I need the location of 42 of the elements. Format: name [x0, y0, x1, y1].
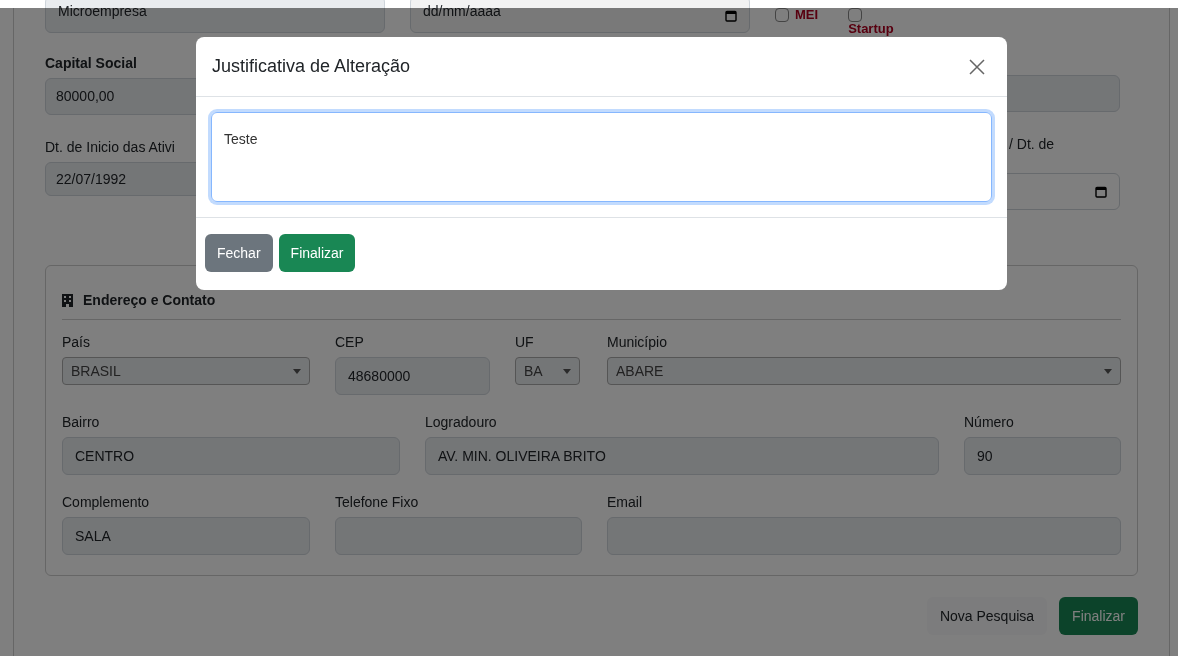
building-icon [62, 294, 73, 307]
select-field[interactable]: BRASIL [62, 357, 310, 385]
field-label: Capital Social [45, 54, 137, 73]
field-label: Bairro [62, 413, 101, 432]
field-label: País [62, 333, 91, 352]
modal-title: Justificativa de Alteração [212, 55, 411, 78]
caret-icon [563, 368, 571, 374]
checkbox-label: MEI [795, 8, 819, 24]
input-field[interactable] [607, 517, 1121, 555]
field-label: Dt. de Inicio das Ativi [45, 138, 175, 157]
calendar-icon[interactable] [1095, 185, 1107, 198]
action-button[interactable]: Finalizar [278, 234, 356, 272]
action-button[interactable]: Finalizar [1059, 597, 1138, 635]
input-field[interactable]: CENTRO [62, 437, 400, 475]
date-field[interactable]: dd/mm/aaaa [410, 0, 750, 33]
field-label: / Dt. de [1009, 135, 1055, 154]
close-icon[interactable] [969, 58, 985, 75]
checkbox-label: Startup [848, 22, 894, 35]
field-label: Telefone Fixo [335, 493, 420, 512]
field-label: Complemento [62, 493, 151, 512]
input-field[interactable]: 90 [964, 437, 1121, 475]
field-label: Email [607, 493, 643, 512]
field-label: Logradouro [425, 413, 498, 432]
select-field[interactable]: BA [515, 357, 580, 385]
select-field[interactable]: ABARE [607, 357, 1121, 385]
input-field[interactable] [335, 517, 582, 555]
field-label: UF [515, 333, 535, 352]
checkbox[interactable] [848, 8, 863, 22]
company-size-field[interactable]: Microempresa [45, 0, 385, 33]
caret-icon [1104, 368, 1112, 374]
caret-icon [293, 368, 301, 374]
field-label: CEP [335, 333, 365, 352]
section-title: Endereço e Contato [83, 291, 216, 310]
field-label: Município [607, 333, 668, 352]
input-field[interactable]: AV. MIN. OLIVEIRA BRITO [425, 437, 939, 475]
input-field[interactable]: 48680000 [335, 357, 490, 395]
justification-textarea[interactable]: Teste [211, 112, 992, 202]
checkbox[interactable] [775, 8, 789, 22]
input-field[interactable]: SALA [62, 517, 310, 555]
calendar-icon[interactable] [725, 10, 737, 22]
field-label: Número [964, 413, 1015, 432]
action-button[interactable]: Fechar [205, 234, 273, 272]
